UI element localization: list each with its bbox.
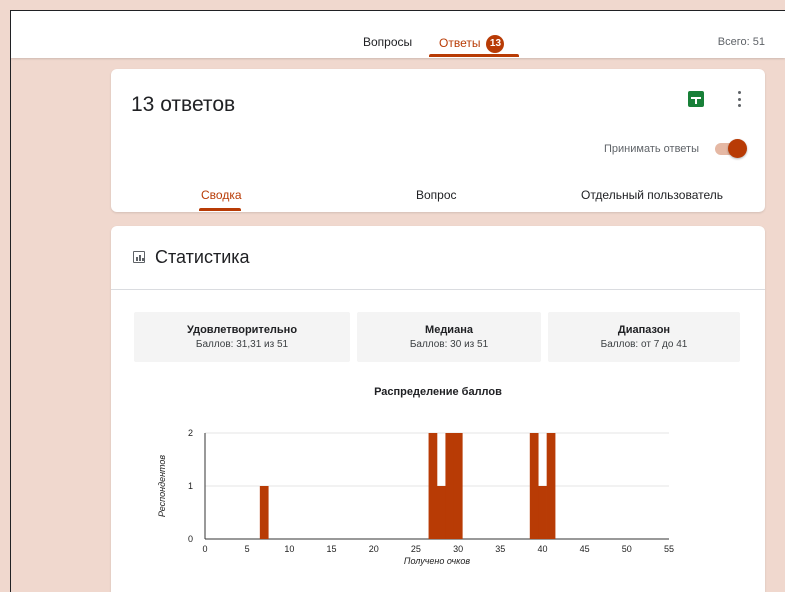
sheets-icon[interactable] bbox=[688, 91, 704, 107]
histogram-bar bbox=[437, 486, 446, 539]
accept-responses-label: Принимать ответы bbox=[604, 143, 699, 155]
app-frame: Вопросы Ответы 13 Всего: 51 13 ответов Пр… bbox=[10, 10, 785, 592]
x-tick-label: 5 bbox=[245, 544, 250, 554]
histogram-bar bbox=[428, 433, 438, 539]
accept-responses-toggle[interactable] bbox=[715, 139, 747, 159]
y-tick-label: 1 bbox=[188, 481, 193, 491]
histogram-bar bbox=[546, 433, 556, 539]
x-tick-label: 20 bbox=[369, 544, 379, 554]
x-tick-label: 15 bbox=[327, 544, 337, 554]
histogram-bar bbox=[445, 433, 455, 539]
toggle-thumb bbox=[728, 139, 747, 158]
x-tick-label: 40 bbox=[537, 544, 547, 554]
histogram-bar bbox=[538, 486, 547, 539]
y-axis-label: Респондентов bbox=[157, 455, 167, 518]
y-tick-label: 0 bbox=[188, 534, 193, 544]
x-tick-label: 10 bbox=[284, 544, 294, 554]
active-subtab-indicator bbox=[199, 208, 241, 211]
tab-responses-label: Ответы bbox=[439, 36, 481, 51]
responses-card: 13 ответов Принимать ответы Сводка Вопро… bbox=[111, 69, 765, 212]
x-tick-label: 0 bbox=[202, 544, 207, 554]
histogram-bar bbox=[259, 486, 269, 539]
more-vert-icon[interactable] bbox=[734, 89, 744, 109]
tab-summary[interactable]: Сводка bbox=[201, 188, 242, 202]
responses-title: 13 ответов bbox=[131, 93, 236, 116]
histogram-bar bbox=[529, 433, 539, 539]
tab-question[interactable]: Вопрос bbox=[416, 188, 457, 202]
x-tick-label: 35 bbox=[495, 544, 505, 554]
x-tick-label: 30 bbox=[453, 544, 463, 554]
y-tick-label: 2 bbox=[188, 428, 193, 438]
x-axis-label: Получено очков bbox=[404, 556, 470, 566]
x-tick-label: 45 bbox=[580, 544, 590, 554]
total-points: Всего: 51 bbox=[717, 36, 765, 48]
x-tick-label: 25 bbox=[411, 544, 421, 554]
tab-responses[interactable]: Ответы 13 bbox=[439, 35, 505, 53]
statistics-card: Статистика Удовлетворительно Баллов: 31,… bbox=[111, 226, 765, 592]
x-tick-label: 55 bbox=[664, 544, 674, 554]
score-distribution-chart: 0120 5 10 15 20 25 30 35 40 45 50 55Получено очковР… bbox=[157, 428, 674, 566]
tab-individual[interactable]: Отдельный пользователь bbox=[581, 188, 723, 202]
tab-questions-label: Вопросы bbox=[363, 35, 413, 49]
responses-count-badge: 13 bbox=[486, 35, 505, 53]
top-tab-bar: Вопросы Ответы 13 Всего: 51 bbox=[11, 11, 785, 58]
active-tab-indicator bbox=[429, 54, 519, 57]
x-tick-label: 50 bbox=[622, 544, 632, 554]
histogram-bar bbox=[453, 433, 463, 539]
tab-questions[interactable]: Вопросы bbox=[363, 35, 412, 49]
